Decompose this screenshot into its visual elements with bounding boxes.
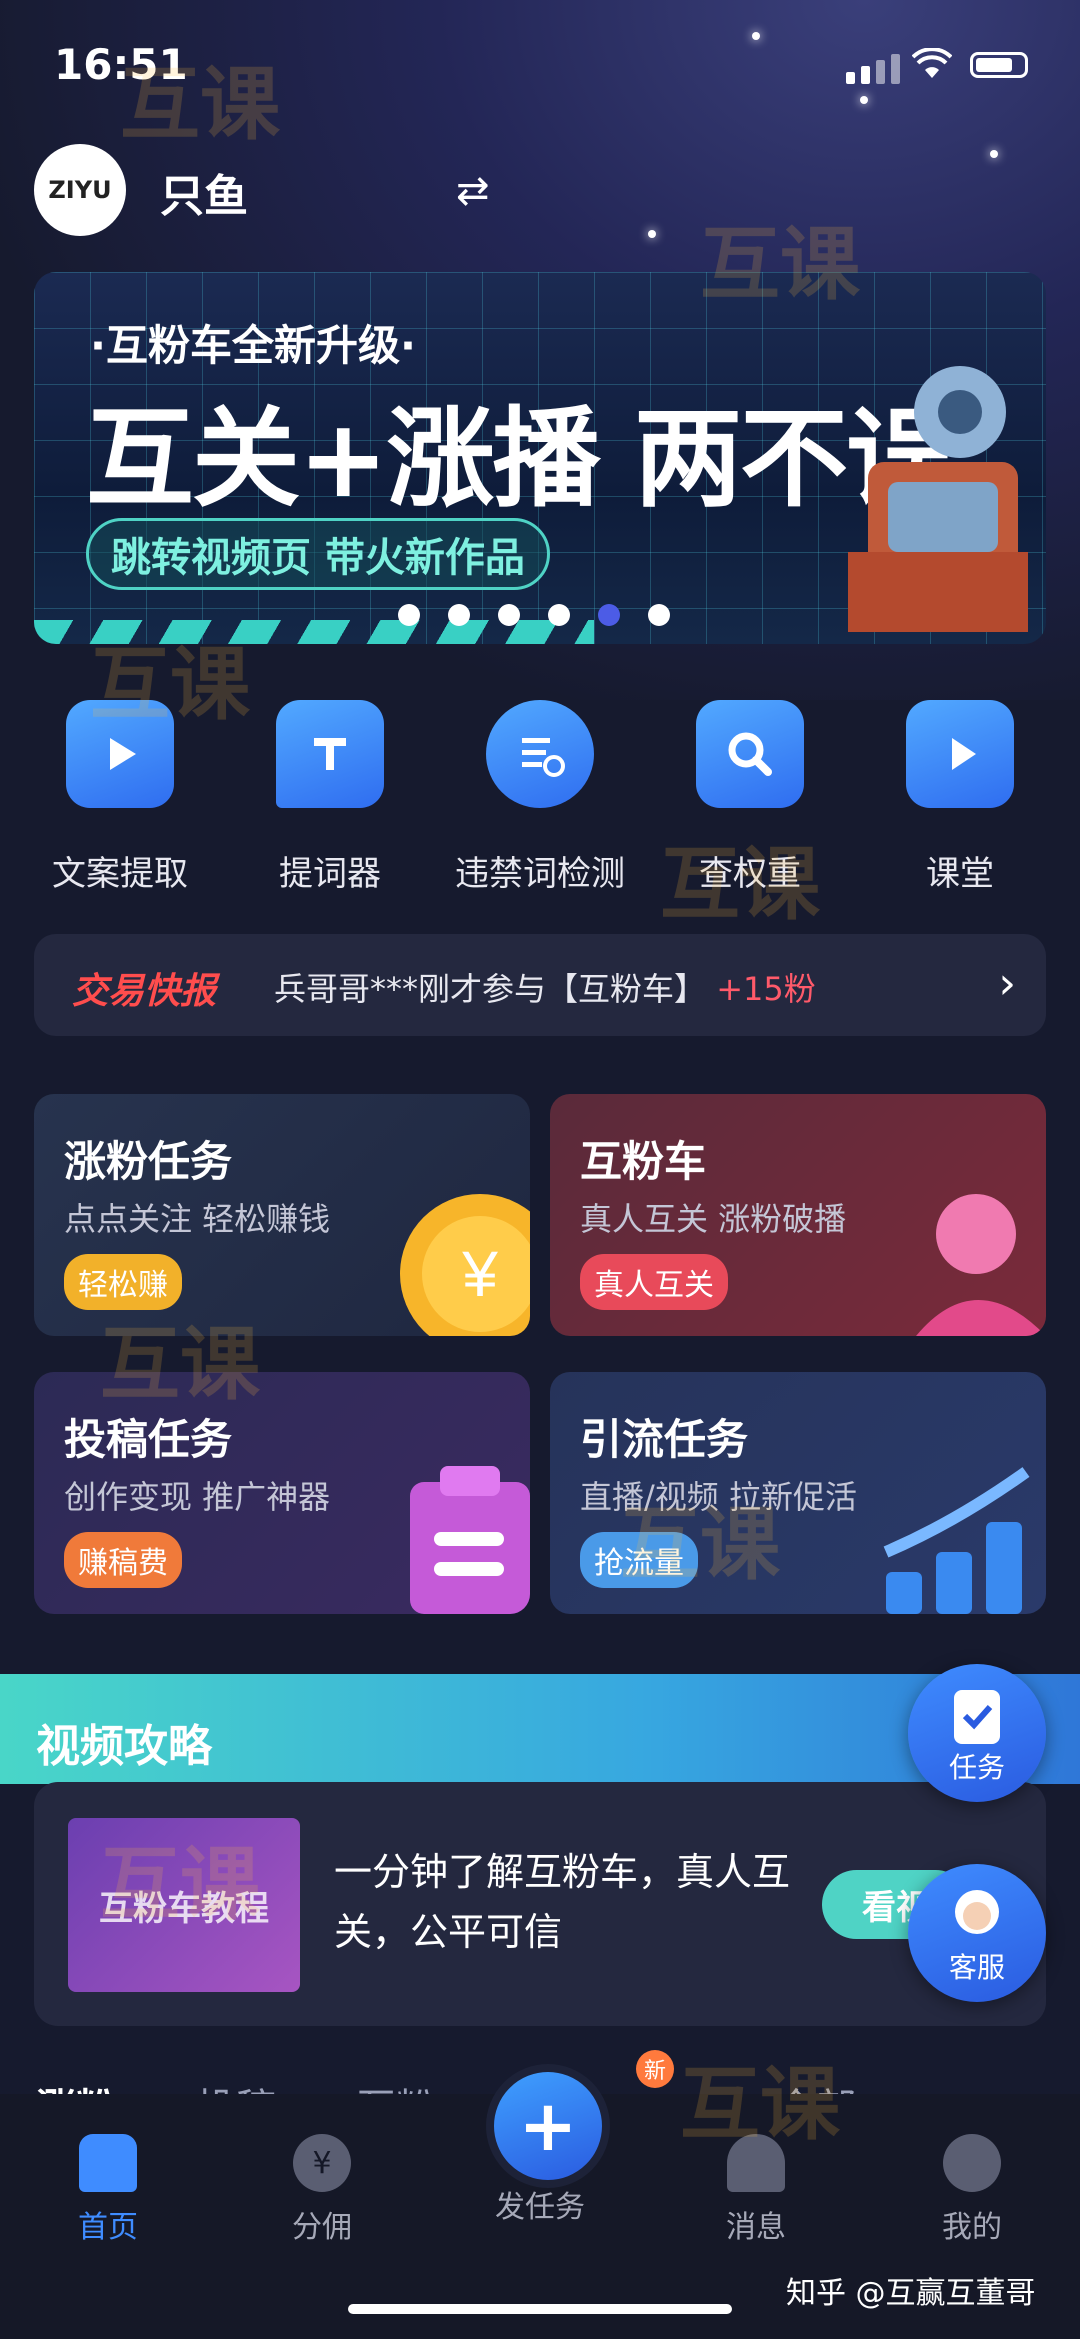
switch-account-icon[interactable]: ⇄ bbox=[456, 168, 490, 214]
home-icon bbox=[79, 2134, 137, 2192]
video-thumbnail[interactable]: 互粉车教程 bbox=[68, 1818, 300, 1992]
nav-label: 分佣 bbox=[292, 2210, 352, 2245]
nav-profile[interactable]: 我的 bbox=[902, 2134, 1042, 2246]
card-subtitle: 真人互关 涨粉破播 bbox=[580, 1200, 847, 1238]
nav-label: 发任务 bbox=[495, 2190, 585, 2225]
tool-label: 查权重 bbox=[699, 854, 801, 894]
news-text: 兵哥哥***刚才参与【互粉车】 +15粉 bbox=[274, 964, 816, 1010]
word-check-icon bbox=[486, 700, 594, 808]
card-mutual-follow[interactable]: 互粉车 真人互关 涨粉破播 真人互关 bbox=[550, 1094, 1046, 1336]
coin-icon: ¥ bbox=[400, 1194, 530, 1336]
card-submission-task[interactable]: 投稿任务 创作变现 推广神器 赚稿费 bbox=[34, 1372, 530, 1614]
battery-icon bbox=[970, 52, 1028, 78]
clipboard-icon bbox=[410, 1466, 530, 1614]
clipboard-check-icon bbox=[954, 1690, 1000, 1744]
new-badge: 新 bbox=[636, 2050, 674, 2088]
tool-label: 违禁词检测 bbox=[455, 854, 625, 894]
video-class-icon bbox=[906, 700, 1014, 808]
banner-pagination bbox=[398, 604, 670, 626]
news-message: 兵哥哥***刚才参与【互粉车】 bbox=[274, 970, 707, 1008]
card-subtitle: 点点关注 轻松赚钱 bbox=[64, 1200, 331, 1238]
card-tag: 抢流量 bbox=[580, 1532, 698, 1588]
nav-label: 我的 bbox=[942, 2210, 1002, 2245]
fab-label: 任务 bbox=[948, 1751, 1005, 1784]
banner-tag: 跳转视频页 带火新作品 bbox=[86, 518, 550, 590]
trade-news-ticker[interactable]: 交易快报 兵哥哥***刚才参与【互粉车】 +15粉 › bbox=[34, 934, 1046, 1036]
tools-row: 文案提取 提词器 违禁词检测 查权重 课堂 bbox=[20, 700, 1060, 895]
tool-classroom[interactable]: 课堂 bbox=[860, 700, 1060, 895]
camera-icon bbox=[848, 366, 1028, 632]
pagination-dot bbox=[498, 604, 520, 626]
nav-home[interactable]: 首页 bbox=[38, 2134, 178, 2246]
bell-icon bbox=[727, 2134, 785, 2192]
promo-banner[interactable]: ·互粉车全新升级· 互关+涨播 两不误 跳转视频页 带火新作品 bbox=[34, 272, 1046, 644]
text-bubble-icon bbox=[276, 700, 384, 808]
nav-messages[interactable]: 消息 bbox=[686, 2134, 826, 2246]
wifi-icon bbox=[912, 48, 952, 78]
user-name: 只鱼 bbox=[160, 171, 248, 222]
profile-icon bbox=[943, 2134, 1001, 2192]
task-fab[interactable]: 任务 bbox=[908, 1664, 1046, 1802]
publish-task-button[interactable]: + bbox=[486, 2064, 610, 2188]
star-decoration bbox=[648, 230, 656, 238]
yen-icon: ¥ bbox=[293, 2134, 351, 2192]
pagination-dot bbox=[448, 604, 470, 626]
footer-credit: 知乎 @互赢互董哥 bbox=[786, 2276, 1036, 2311]
tool-weight-check[interactable]: 查权重 bbox=[650, 700, 850, 895]
nav-publish-label-wrap[interactable]: 发任务 bbox=[470, 2182, 610, 2226]
video-description: 一分钟了解互粉车，真人互关，公平可信 bbox=[334, 1850, 791, 1954]
card-traffic-task[interactable]: 引流任务 直播/视频 拉新促活 抢流量 bbox=[550, 1372, 1046, 1614]
card-title: 涨粉任务 bbox=[64, 1137, 233, 1186]
status-time: 16:51 bbox=[54, 40, 188, 89]
customer-service-fab[interactable]: 客服 bbox=[908, 1864, 1046, 2002]
card-subtitle: 创作变现 推广神器 bbox=[64, 1478, 331, 1516]
card-tag: 轻松赚 bbox=[64, 1254, 182, 1310]
card-tag: 真人互关 bbox=[580, 1254, 728, 1310]
video-card[interactable]: 互粉车教程 一分钟了解互粉车，真人互关，公平可信 看视 bbox=[34, 1782, 1046, 2026]
tool-banned-words[interactable]: 违禁词检测 bbox=[440, 700, 640, 895]
person-icon bbox=[916, 1194, 1046, 1336]
banner-title: 互关+涨播 两不误 bbox=[86, 397, 954, 522]
play-icon bbox=[66, 700, 174, 808]
growth-chart-icon bbox=[883, 1467, 1030, 1614]
fab-label: 客服 bbox=[948, 1951, 1005, 1984]
tool-label: 文案提取 bbox=[52, 854, 188, 894]
svg-text:¥: ¥ bbox=[461, 1238, 498, 1310]
news-plus: +15粉 bbox=[716, 970, 816, 1008]
pagination-dot bbox=[398, 604, 420, 626]
tool-teleprompter[interactable]: 提词器 bbox=[230, 700, 430, 895]
search-icon bbox=[696, 700, 804, 808]
signal-icon bbox=[846, 54, 900, 84]
card-tag: 赚稿费 bbox=[64, 1532, 182, 1588]
card-follow-task[interactable]: 涨粉任务 点点关注 轻松赚钱 轻松赚 ¥ bbox=[34, 1094, 530, 1336]
home-indicator bbox=[348, 2304, 732, 2314]
pagination-dot bbox=[548, 604, 570, 626]
nav-label: 首页 bbox=[78, 2210, 138, 2245]
agent-icon bbox=[955, 1890, 999, 1934]
tool-copy-extract[interactable]: 文案提取 bbox=[20, 700, 220, 895]
tool-label: 提词器 bbox=[279, 854, 381, 894]
avatar[interactable]: ZIYU bbox=[34, 144, 126, 236]
status-bar: 16:51 bbox=[0, 0, 1080, 130]
card-title: 投稿任务 bbox=[64, 1415, 233, 1464]
pagination-dot bbox=[648, 604, 670, 626]
nav-commission[interactable]: ¥ 分佣 bbox=[252, 2134, 392, 2246]
section-title: 视频攻略 bbox=[36, 1721, 212, 1772]
card-subtitle: 直播/视频 拉新促活 bbox=[580, 1478, 857, 1516]
tool-label: 课堂 bbox=[926, 854, 994, 894]
chevron-right-icon[interactable]: › bbox=[998, 958, 1016, 1009]
banner-subtitle: ·互粉车全新升级· bbox=[90, 321, 416, 370]
pagination-dot-active bbox=[598, 604, 620, 626]
nav-label: 消息 bbox=[726, 2210, 786, 2245]
star-decoration bbox=[990, 150, 998, 158]
news-badge: 交易快报 bbox=[72, 971, 217, 1012]
card-title: 互粉车 bbox=[580, 1137, 707, 1186]
card-title: 引流任务 bbox=[580, 1415, 749, 1464]
